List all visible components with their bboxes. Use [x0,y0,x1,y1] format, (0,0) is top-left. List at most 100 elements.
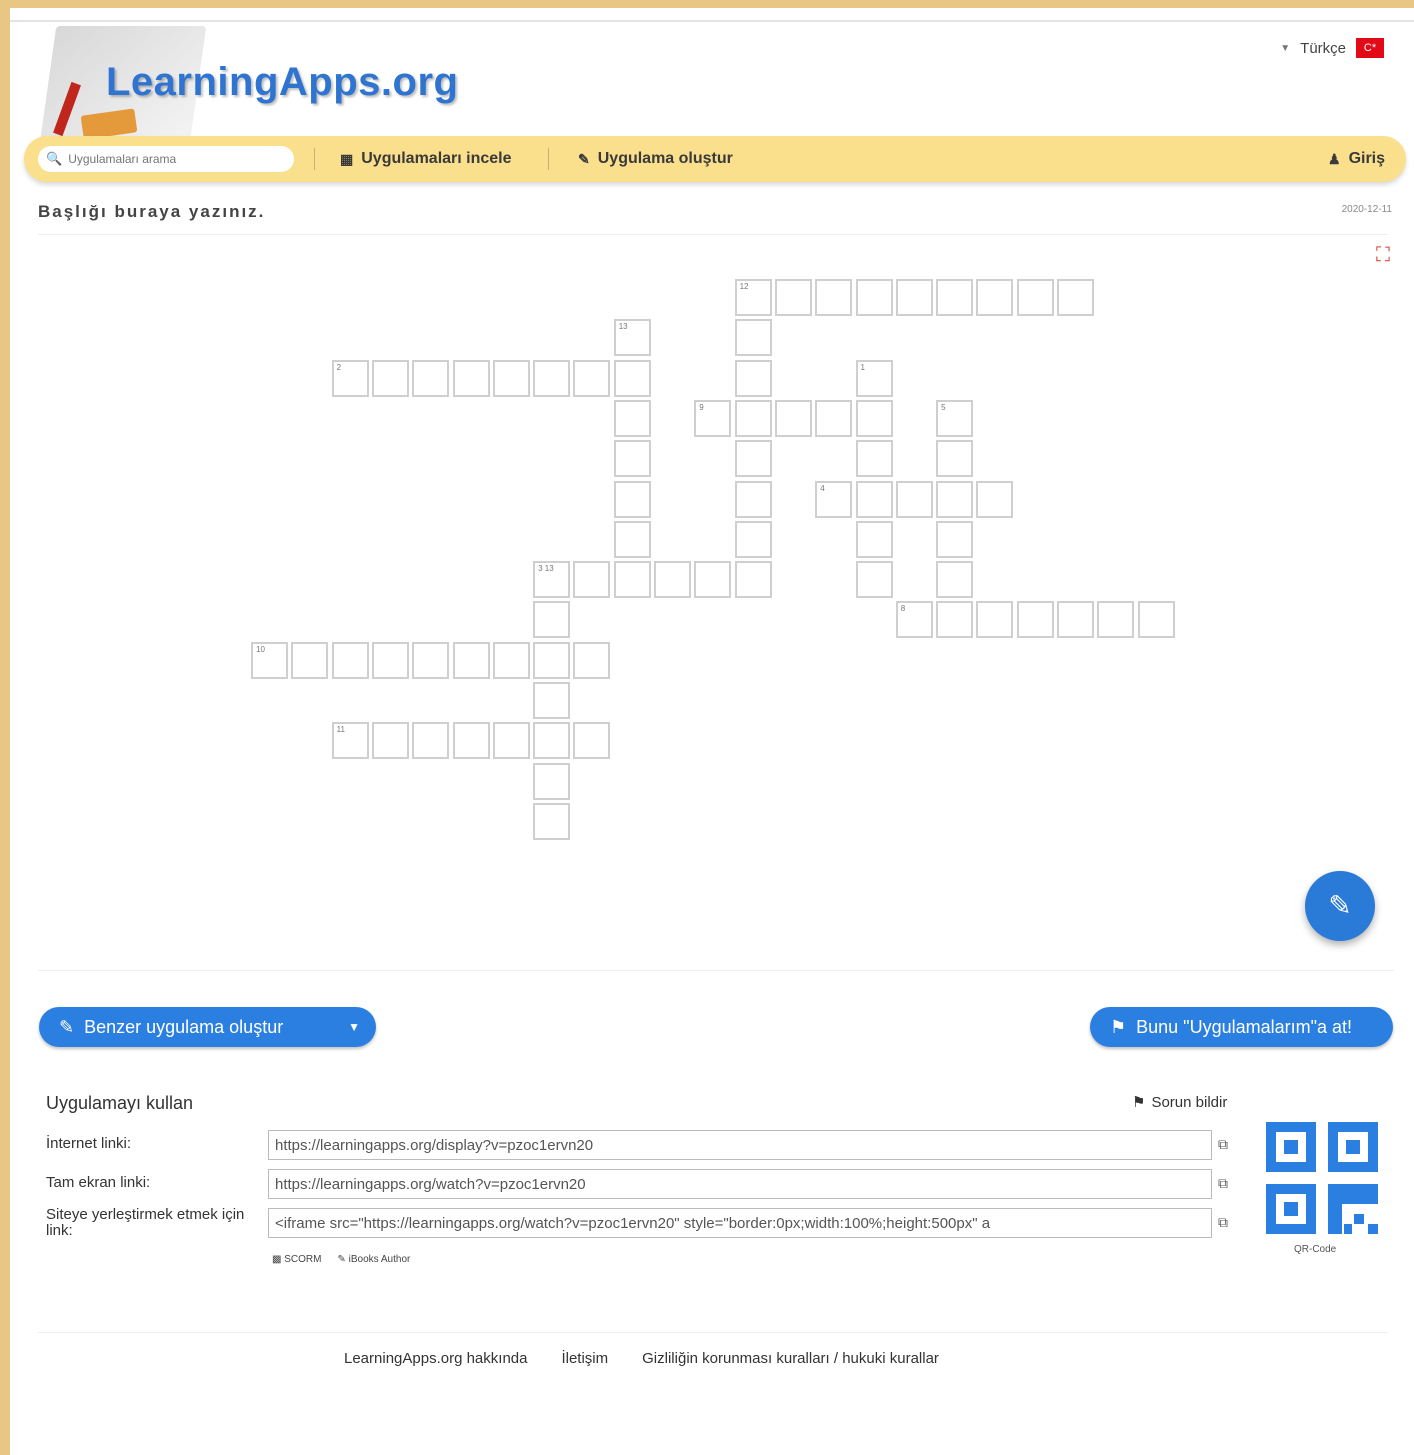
crossword-cell[interactable] [734,440,772,478]
qr-code[interactable] [1262,1118,1382,1238]
crossword-cell[interactable] [452,722,490,760]
crossword-cell[interactable] [573,722,611,760]
crossword-cell[interactable] [936,279,974,316]
crossword-cell[interactable] [533,601,571,639]
crossword-cell[interactable] [815,399,853,437]
crossword-cell[interactable] [895,480,933,518]
crossword-cell[interactable] [613,480,651,518]
crossword-cell[interactable] [774,279,812,316]
crossword-cell[interactable] [533,802,571,840]
copy-icon[interactable]: ⧉ [1218,1136,1228,1153]
crossword-cell[interactable]: 9 [694,399,732,437]
crossword-cell[interactable] [976,279,1014,316]
crossword-cell[interactable]: 1 [855,359,893,397]
crossword-cell[interactable] [492,722,530,760]
crossword-cell[interactable] [855,561,893,599]
about-link[interactable]: LearningApps.org hakkında [344,1350,527,1367]
crossword-cell[interactable] [412,722,450,760]
crossword-cell[interactable] [412,359,450,397]
crossword-clue-number: 2 [336,362,342,372]
crossword-cell[interactable] [371,359,409,397]
crossword-cell[interactable] [533,359,571,397]
crossword-cell[interactable] [855,480,893,518]
crossword-cell[interactable] [452,359,490,397]
crossword-cell[interactable] [331,641,369,679]
crossword-cell[interactable] [1057,279,1094,316]
ibooks-link[interactable]: ✎ iBooks Author [337,1254,410,1265]
crossword-cell[interactable] [573,561,611,599]
crossword-cell[interactable] [936,520,974,558]
crossword-cell[interactable] [533,722,571,760]
crossword-clue-number: 13 [618,322,628,332]
crossword-cell[interactable] [654,561,691,599]
crossword-cell[interactable] [936,480,974,518]
crossword-cell[interactable] [815,279,853,316]
crossword-cell[interactable] [371,641,409,679]
fullscreen-link-field[interactable] [268,1169,1212,1199]
crossword-cell[interactable] [936,601,974,639]
crossword-cell[interactable] [976,480,1014,518]
crossword-cell[interactable] [734,319,772,357]
crossword-cell[interactable] [855,399,893,437]
crossword-cell[interactable] [412,641,450,679]
crossword-cell[interactable]: 11 [331,722,369,760]
crossword-cell[interactable] [613,399,651,437]
crossword-cell[interactable]: 2 [331,359,369,397]
crossword-cell[interactable] [895,279,933,316]
crossword-cell[interactable]: 12 [734,279,772,316]
crossword-cell[interactable] [492,641,530,679]
crossword-cell[interactable] [613,520,651,558]
crossword-cell[interactable] [533,682,571,719]
crossword-cell[interactable] [1016,279,1054,316]
create-similar-button[interactable]: ✎ Benzer uygulama oluştur ▼ [39,1007,376,1047]
crossword-cell[interactable]: 4 [815,480,853,518]
privacy-link[interactable]: Gizliliğin korunması kuralları / hukuki … [642,1350,939,1367]
crossword-cell[interactable] [976,601,1014,639]
crossword-cell[interactable] [1097,601,1135,639]
crossword-cell[interactable] [452,641,490,679]
crossword-cell[interactable] [855,520,893,558]
crossword-cell[interactable] [936,440,974,478]
chevron-down-icon[interactable]: ▼ [348,1020,360,1034]
embed-link-field[interactable] [268,1208,1212,1238]
crossword-cell[interactable] [492,359,530,397]
crossword-cell[interactable] [734,359,772,397]
crossword-cell[interactable] [371,722,409,760]
copy-icon[interactable]: ⧉ [1218,1214,1228,1231]
crossword-cell[interactable]: 10 [251,641,288,679]
crossword-cell[interactable] [573,359,611,397]
page-frame: LearningApps.org ▼ Türkçe C* 🔍 ▦ Uygulam… [10,8,1414,1455]
contact-link[interactable]: İletişim [561,1350,608,1367]
crossword-cell[interactable] [936,561,974,599]
crossword-cell[interactable] [734,561,772,599]
crossword-cell[interactable] [573,641,611,679]
crossword-cell[interactable] [1057,601,1094,639]
crossword-cell[interactable] [734,520,772,558]
crossword-cell[interactable] [533,762,571,800]
crossword-cell[interactable] [855,440,893,478]
crossword-cell[interactable] [734,480,772,518]
crossword-cell[interactable]: 13 [613,319,651,357]
crossword-cell[interactable] [855,279,893,316]
crossword-cell[interactable] [291,641,329,679]
crossword-cell[interactable] [613,440,651,478]
crossword-clue-number: 9 [699,402,704,412]
crossword-cell[interactable] [613,561,651,599]
crossword-cell[interactable] [533,641,571,679]
crossword-cell[interactable] [774,399,812,437]
bookmark-icon: ⚑ [1110,1016,1127,1037]
crossword-cell[interactable] [1016,601,1054,639]
report-problem-link[interactable]: ⚑ Sorun bildir [1132,1093,1227,1112]
internet-link-field[interactable] [268,1130,1212,1160]
crossword-cell[interactable]: 3 13 [533,561,571,599]
save-to-my-apps-button[interactable]: ⚑ Bunu "Uygulamalarım"a at! [1090,1007,1393,1047]
crossword-cell[interactable] [734,399,772,437]
copy-icon[interactable]: ⧉ [1218,1175,1228,1192]
crossword-cell[interactable] [613,359,651,397]
crossword-cell[interactable]: 8 [895,601,933,639]
crossword-cell[interactable] [694,561,732,599]
crossword-cell[interactable] [1137,601,1175,639]
crossword-cell[interactable]: 5 [936,399,974,437]
scorm-link[interactable]: ▩ SCORM [272,1254,321,1265]
edit-icon[interactable]: ✎ [1305,871,1375,941]
